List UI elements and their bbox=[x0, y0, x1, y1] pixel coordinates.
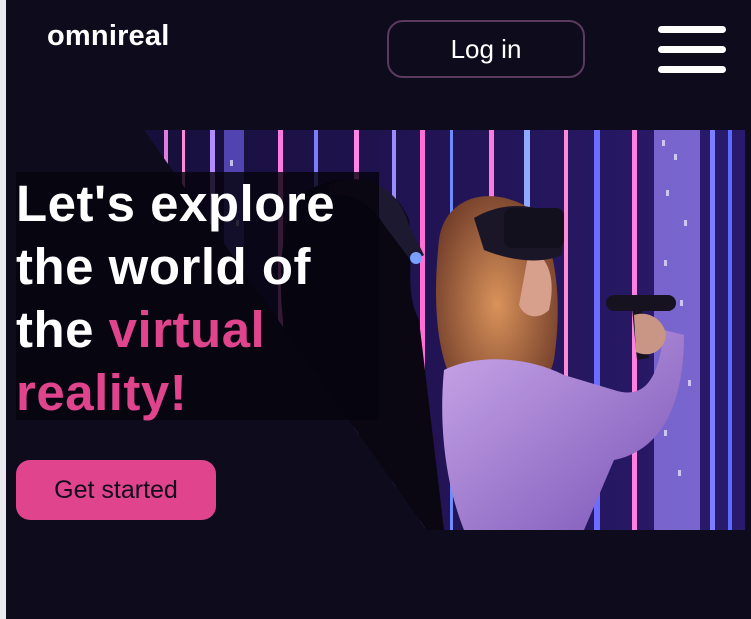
login-button[interactable]: Log in bbox=[387, 20, 585, 78]
landing-page: omnireal Log in Let's explore the world … bbox=[0, 0, 751, 619]
get-started-button[interactable]: Get started bbox=[16, 460, 216, 520]
hamburger-menu-icon[interactable] bbox=[658, 26, 726, 74]
site-logo[interactable]: omnireal bbox=[47, 20, 169, 53]
menu-bar bbox=[658, 26, 726, 33]
menu-bar bbox=[658, 46, 726, 53]
hero-headline: Let's explore the world of the virtual r… bbox=[16, 172, 396, 424]
menu-bar bbox=[658, 66, 726, 73]
